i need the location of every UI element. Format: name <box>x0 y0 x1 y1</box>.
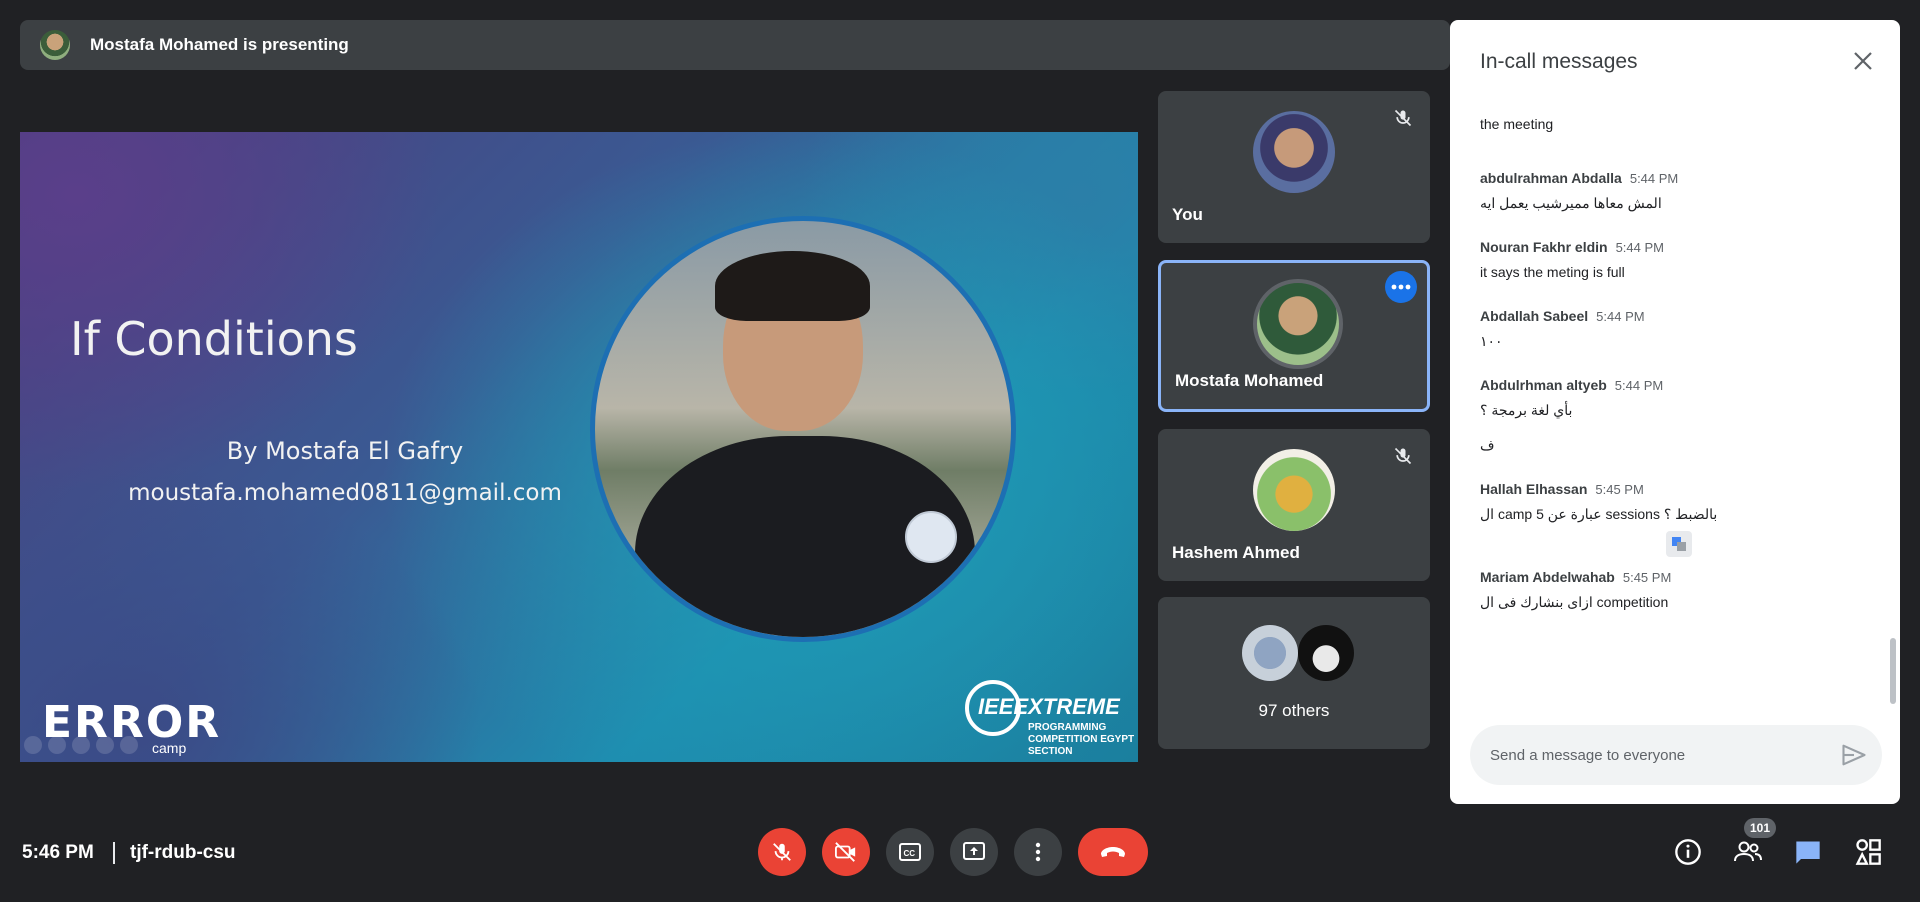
chat-message: Mariam Abdelwahab 5:45 PM ازاى بنشارك فى … <box>1480 569 1870 611</box>
participant-name: Mostafa Mohamed <box>1175 371 1324 390</box>
info-icon <box>1675 839 1701 865</box>
hang-up-icon <box>1101 847 1125 857</box>
presentation-slide: If Conditions By Mostafa El Gafry mousta… <box>20 132 1138 762</box>
message-text: it says the meting is full <box>1480 264 1625 280</box>
message-time: 5:44 PM <box>1614 378 1664 393</box>
call-controls: CC <box>758 828 1148 876</box>
presenter-avatar <box>40 30 70 60</box>
more-options-icon[interactable] <box>1385 271 1417 303</box>
message-sender: Mariam Abdelwahab <box>1480 569 1615 585</box>
mic-toggle-button[interactable] <box>758 828 806 876</box>
chat-message: Abdulrhman altyeb 5:44 PM بأي لغة برمجة ؟… <box>1480 377 1870 454</box>
presenting-bar: Mostafa Mohamed is presenting <box>20 20 1450 70</box>
participant-tile-you[interactable]: You <box>1158 91 1430 243</box>
message-text: ازاى بنشارك فى ال competition <box>1480 594 1669 610</box>
divider <box>113 842 115 864</box>
close-icon[interactable] <box>1848 46 1878 76</box>
meeting-code: tjf-rdub-csu <box>130 842 236 863</box>
slide-author: By Mostafa El Gafry <box>226 437 464 465</box>
slide-pen-icon[interactable] <box>72 736 90 754</box>
message-sender: abdulrahman Abdalla <box>1480 170 1622 186</box>
participants-button[interactable]: 101 <box>1730 818 1777 870</box>
slide-next-icon[interactable] <box>48 736 66 754</box>
captions-icon: CC <box>899 843 921 861</box>
photo-hair <box>715 251 870 321</box>
others-count-label: 97 others <box>1258 701 1330 720</box>
message-continuation: the meeting <box>1480 116 1554 132</box>
presenter-photo <box>590 216 1016 642</box>
avatar <box>1242 625 1298 681</box>
slide-controls <box>24 736 138 754</box>
more-vert-icon <box>1035 842 1041 862</box>
avatar <box>1298 625 1354 681</box>
leave-call-button[interactable] <box>1078 828 1148 876</box>
avatar <box>1253 279 1343 369</box>
ieeextreme-logo-sub: PROGRAMMING COMPETITION EGYPT SECTION <box>1028 722 1135 757</box>
message-sender: Nouran Fakhr eldin <box>1480 239 1608 255</box>
participant-tile-mostafa[interactable]: Mostafa Mohamed <box>1158 260 1430 412</box>
activities-button[interactable] <box>1850 834 1886 870</box>
more-options-button[interactable] <box>1014 828 1062 876</box>
message-time: 5:45 PM <box>1595 482 1644 497</box>
message-text: ف <box>1480 437 1495 453</box>
present-button[interactable] <box>950 828 998 876</box>
clock: 5:46 PM <box>22 842 94 863</box>
translate-icon[interactable] <box>1666 531 1692 557</box>
avatar <box>1253 449 1335 531</box>
message-time: 5:44 PM <box>1629 171 1679 186</box>
mic-off-icon <box>1390 105 1416 131</box>
error-camp-logo-sub: camp <box>152 740 187 756</box>
chat-title: In-call messages <box>1480 50 1638 73</box>
chat-icon <box>1796 841 1820 864</box>
message-time: 5:44 PM <box>1615 240 1664 255</box>
mic-off-icon <box>773 843 791 861</box>
avatar <box>1253 111 1335 193</box>
chat-message: Hallah Elhassan 5:45 PM ال camp عبارة عن … <box>1480 481 1870 557</box>
right-toolbar: 101 <box>1670 818 1886 870</box>
slide-email: moustafa.mohamed0811@gmail.com <box>128 480 562 506</box>
message-text: ال camp عبارة عن 5 sessions بالضبط ؟ <box>1480 506 1718 522</box>
message-sender: Hallah Elhassan <box>1480 481 1588 497</box>
photo-badge <box>905 511 957 563</box>
captions-button[interactable]: CC <box>886 828 934 876</box>
participants-count-badge: 101 <box>1744 818 1777 838</box>
chat-button[interactable] <box>1790 834 1826 870</box>
others-avatars <box>1242 625 1354 681</box>
chat-message: Abdallah Sabeel 5:44 PM ١٠٠ <box>1480 308 1870 350</box>
participant-name: Hashem Ahmed <box>1172 543 1300 562</box>
camera-toggle-button[interactable] <box>822 828 870 876</box>
ieeextreme-logo: IEEEXTREME <box>978 694 1120 719</box>
mic-off-icon <box>1390 443 1416 469</box>
message-time: 5:44 PM <box>1596 309 1645 324</box>
message-text: بأي لغة برمجة ؟ <box>1480 402 1573 418</box>
message-text: ١٠٠ <box>1480 333 1503 349</box>
chat-message: abdulrahman Abdalla 5:44 PM المش معاها مم… <box>1480 170 1870 212</box>
meeting-details-button[interactable] <box>1670 834 1706 870</box>
send-icon[interactable] <box>1840 741 1868 769</box>
chat-message: Nouran Fakhr eldin 5:44 PM it says the me… <box>1480 239 1870 281</box>
message-sender: Abdulrhman altyeb <box>1480 377 1607 393</box>
message-time: 5:45 PM <box>1622 570 1672 585</box>
svg-text:CC: CC <box>904 849 916 858</box>
camera-off-icon <box>835 842 856 862</box>
participant-tile-hashem[interactable]: Hashem Ahmed <box>1158 429 1430 581</box>
slide-zoom-icon[interactable] <box>120 736 138 754</box>
message-sender: Abdallah Sabeel <box>1480 308 1589 324</box>
people-icon <box>1734 841 1762 862</box>
slide-title: If Conditions <box>70 312 358 366</box>
message-text: المش معاها مميرشيب يعمل ايه <box>1480 195 1662 211</box>
slide-prev-icon[interactable] <box>24 736 42 754</box>
participant-name: You <box>1172 205 1203 224</box>
chat-scrollbar[interactable] <box>1890 638 1896 704</box>
slide-grid-icon[interactable] <box>96 736 114 754</box>
message-input[interactable] <box>1488 745 1832 765</box>
participant-tile-others[interactable]: 97 others <box>1158 597 1430 749</box>
message-list[interactable]: the meeting abdulrahman Abdalla 5:44 PM ا… <box>1480 116 1870 638</box>
present-icon <box>963 842 985 860</box>
chat-input-container <box>1470 725 1882 785</box>
activities-icon <box>1855 839 1881 865</box>
chat-panel: In-call messages the meeting abdulrahman… <box>1450 20 1900 804</box>
presenting-text: Mostafa Mohamed is presenting <box>90 35 349 54</box>
